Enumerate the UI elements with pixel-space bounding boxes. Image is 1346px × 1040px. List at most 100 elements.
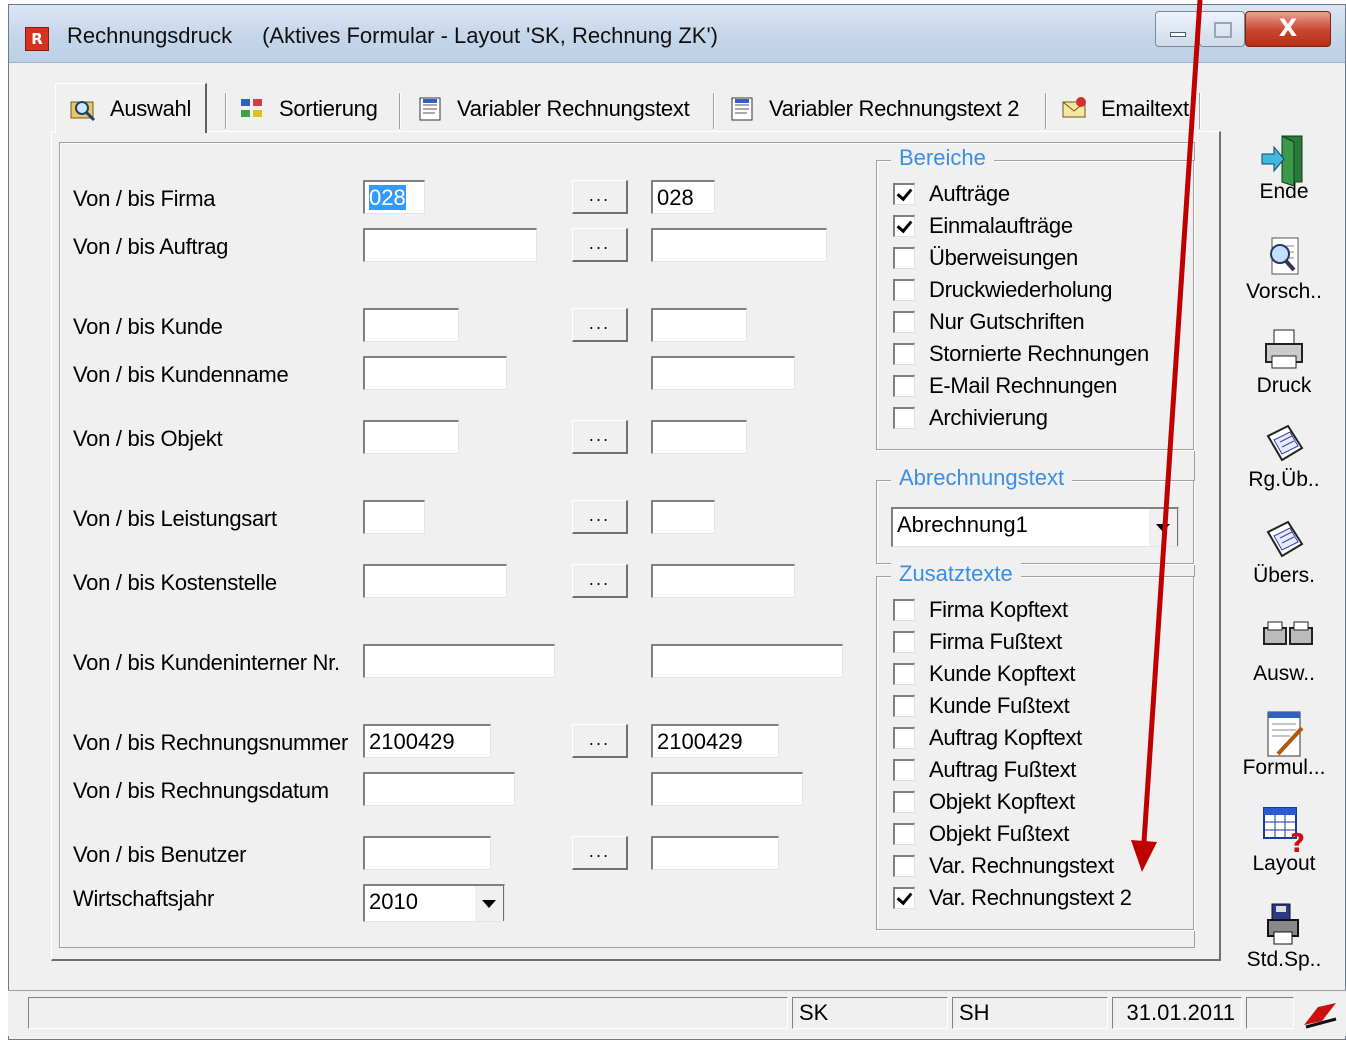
zusatztexte-item-objekt-kopftext[interactable]: Objekt Kopftext	[893, 787, 1075, 817]
zusatztexte-item-firma-fusstext[interactable]: Firma Fußtext	[893, 627, 1062, 657]
close-button[interactable]: X	[1245, 11, 1331, 47]
tab-variabler-rechnungstext[interactable]: Variabler Rechnungstext	[417, 89, 690, 129]
benutzer-from-input[interactable]	[363, 836, 491, 870]
title-bar[interactable]: R Rechnungsdruck (Aktives Formular - Layo…	[9, 5, 1345, 63]
checkbox[interactable]	[893, 887, 915, 909]
kundeninterner-nr-from-input[interactable]	[363, 644, 555, 678]
kostenstelle-lookup-button[interactable]: ...	[572, 564, 628, 598]
rechnungsdatum-to-input[interactable]	[651, 772, 803, 806]
printer-icon	[1260, 328, 1308, 374]
checkbox-label: Firma Kopftext	[929, 597, 1068, 622]
kostenstelle-from-input[interactable]	[363, 564, 507, 598]
checkbox[interactable]	[893, 343, 915, 365]
tab-emailtext[interactable]: Emailtext	[1061, 89, 1189, 129]
auftrag-lookup-button[interactable]: ...	[572, 228, 628, 262]
checkbox[interactable]	[893, 663, 915, 685]
layout-button[interactable]: ? Layout	[1236, 806, 1332, 876]
checkbox[interactable]	[893, 631, 915, 653]
layout-question-icon: ?	[1260, 806, 1308, 859]
kunde-from-input[interactable]	[363, 308, 459, 342]
zusatztexte-item-objekt-fusstext[interactable]: Objekt Fußtext	[893, 819, 1069, 849]
kundenname-from-input[interactable]	[363, 356, 507, 390]
uebers-button[interactable]: Übers.	[1236, 518, 1332, 588]
firma-to-input[interactable]: 028	[651, 180, 715, 214]
row-label-rechnungsnummer: Von / bis Rechnungsnummer	[73, 730, 348, 755]
zusatztexte-item-kunde-fusstext[interactable]: Kunde Fußtext	[893, 691, 1070, 721]
leistungsart-to-input[interactable]	[651, 500, 715, 534]
firma-lookup-button[interactable]: ...	[572, 180, 628, 214]
checkbox-label: Var. Rechnungstext 2	[929, 885, 1132, 910]
bereiche-item-auftraege[interactable]: Aufträge	[893, 179, 1010, 209]
kundenname-to-input[interactable]	[651, 356, 795, 390]
checkbox[interactable]	[893, 311, 915, 333]
checkbox[interactable]	[893, 759, 915, 781]
bereiche-item-druckwiederholung[interactable]: Druckwiederholung	[893, 275, 1113, 305]
rechnungsdatum-from-input[interactable]	[363, 772, 515, 806]
kundeninterner-nr-to-input[interactable]	[651, 644, 843, 678]
rechnungsnummer-from-input[interactable]: 2100429	[363, 724, 491, 758]
auftrag-to-input[interactable]	[651, 228, 827, 262]
checkbox[interactable]	[893, 791, 915, 813]
firma-from-input[interactable]: 028	[363, 180, 425, 214]
checkbox[interactable]	[893, 215, 915, 237]
kostenstelle-to-input[interactable]	[651, 564, 795, 598]
checkbox[interactable]	[893, 855, 915, 877]
checkbox[interactable]	[893, 407, 915, 429]
auswertung-button[interactable]: Ausw..	[1236, 616, 1332, 686]
zusatztexte-item-kunde-kopftext[interactable]: Kunde Kopftext	[893, 659, 1076, 689]
objekt-from-input[interactable]	[363, 420, 459, 454]
maximize-button[interactable]	[1199, 11, 1245, 47]
minimize-button[interactable]	[1155, 11, 1199, 47]
benutzer-to-input[interactable]	[651, 836, 779, 870]
leistungsart-from-input[interactable]	[363, 500, 425, 534]
vorschau-button[interactable]: Vorsch..	[1236, 234, 1332, 304]
tab-sortierung[interactable]: Sortierung	[239, 89, 378, 129]
row-label-leistungsart: Von / bis Leistungsart	[73, 506, 277, 531]
zusatztexte-item-var-rechnungstext-2[interactable]: Var. Rechnungstext 2	[893, 883, 1132, 913]
benutzer-lookup-button[interactable]: ...	[572, 836, 628, 870]
druck-button[interactable]: Druck	[1236, 328, 1332, 398]
bereiche-item-email-rechnungen[interactable]: E-Mail Rechnungen	[893, 371, 1117, 401]
status-empty	[1246, 997, 1294, 1029]
bereiche-item-ueberweisungen[interactable]: Überweisungen	[893, 243, 1078, 273]
formular-button[interactable]: Formul...	[1236, 710, 1332, 780]
zusatztexte-item-firma-kopftext[interactable]: Firma Kopftext	[893, 595, 1068, 625]
leistungsart-lookup-button[interactable]: ...	[572, 500, 628, 534]
rechnungsnummer-to-input[interactable]: 2100429	[651, 724, 779, 758]
wirtschaftsjahr-select[interactable]: 2010	[363, 884, 505, 922]
checkbox[interactable]	[893, 599, 915, 621]
kunde-lookup-button[interactable]: ...	[572, 308, 628, 342]
wirtschaftsjahr-dropdown-button[interactable]	[474, 886, 504, 921]
checkbox[interactable]	[893, 279, 915, 301]
objekt-to-input[interactable]	[651, 420, 747, 454]
objekt-lookup-button[interactable]: ...	[572, 420, 628, 454]
tab-auswahl[interactable]: Auswahl	[55, 83, 208, 133]
bereiche-item-stornierte-rechnungen[interactable]: Stornierte Rechnungen	[893, 339, 1149, 369]
checkbox[interactable]	[893, 727, 915, 749]
auswertung-label: Ausw..	[1253, 662, 1315, 685]
bereiche-item-archivierung[interactable]: Archivierung	[893, 403, 1048, 433]
checkbox[interactable]	[893, 247, 915, 269]
bereiche-item-nur-gutschriften[interactable]: Nur Gutschriften	[893, 307, 1085, 337]
checkbox[interactable]	[893, 695, 915, 717]
zusatztexte-item-var-rechnungstext[interactable]: Var. Rechnungstext	[893, 851, 1114, 881]
zusatztexte-item-auftrag-fusstext[interactable]: Auftrag Fußtext	[893, 755, 1076, 785]
rg-ueb-button[interactable]: Rg.Üb..	[1236, 422, 1332, 492]
checkbox-label: Druckwiederholung	[929, 277, 1113, 302]
kunde-to-input[interactable]	[651, 308, 747, 342]
bereiche-item-einmalauftraege[interactable]: Einmalaufträge	[893, 211, 1073, 241]
zusatztexte-item-auftrag-kopftext[interactable]: Auftrag Kopftext	[893, 723, 1082, 753]
auftrag-from-input[interactable]	[363, 228, 537, 262]
rg-ueb-label: Rg.Üb..	[1248, 468, 1320, 491]
status-user: SH	[952, 997, 1108, 1029]
ende-button[interactable]: Ende	[1236, 134, 1332, 204]
chevron-down-icon	[482, 899, 496, 908]
checkbox[interactable]	[893, 823, 915, 845]
rechnungsnummer-lookup-button[interactable]: ...	[572, 724, 628, 758]
tab-variabler-rechnungstext-2[interactable]: Variabler Rechnungstext 2	[729, 89, 1019, 129]
std-sp-button[interactable]: Std.Sp..	[1236, 902, 1332, 972]
checkbox[interactable]	[893, 375, 915, 397]
checkbox[interactable]	[893, 183, 915, 205]
abrechnungstext-select[interactable]: Abrechnung1	[891, 507, 1179, 547]
abrechnungstext-dropdown-button[interactable]	[1148, 509, 1178, 546]
